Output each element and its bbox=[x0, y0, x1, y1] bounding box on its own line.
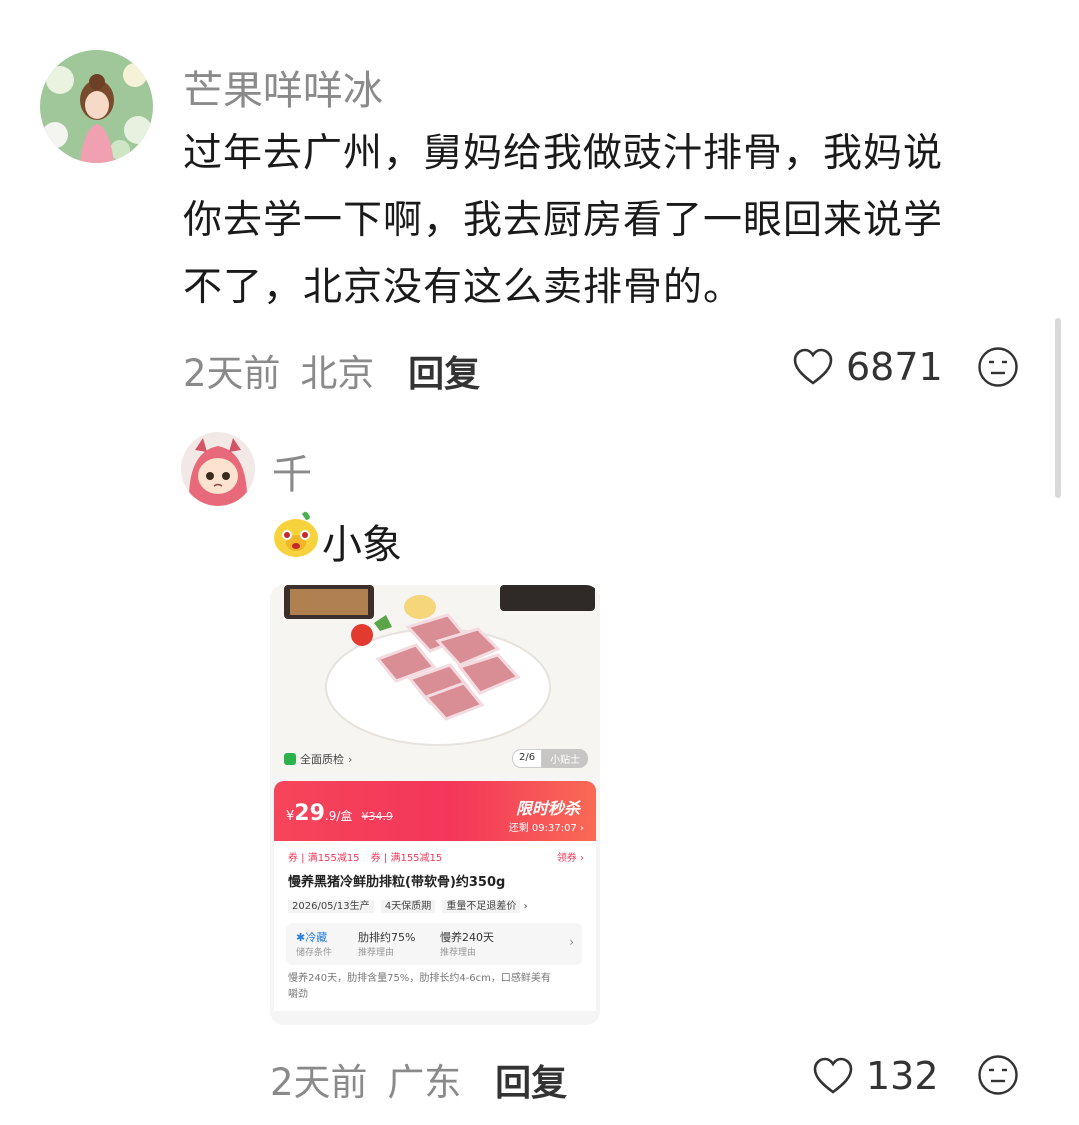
reply-username[interactable]: 千 bbox=[272, 442, 312, 500]
get-coupon-link[interactable]: 领券 › bbox=[557, 849, 584, 864]
attr-rib-ratio: 肋排约75% 推荐理由 bbox=[358, 931, 416, 958]
avatar-mango[interactable] bbox=[40, 50, 153, 163]
product-description: 慢养240天，肋排含量75%，肋排长约4-6cm，口感鲜美有 嚼劲 bbox=[288, 973, 551, 1000]
comment-like-button[interactable]: 6871 bbox=[792, 345, 943, 389]
scrollbar[interactable] bbox=[1055, 318, 1061, 498]
avatar-qian[interactable] bbox=[181, 432, 255, 506]
little-elephant-sticker bbox=[272, 510, 320, 558]
gallery-pager[interactable]: 2/6 小贴士 bbox=[512, 749, 589, 768]
comment-like-count: 6871 bbox=[846, 345, 943, 389]
comment-text: 过年去广州，舅妈给我做豉汁排骨，我妈说 你去学一下啊，我去厨房看了一眼回来说学 … bbox=[183, 120, 1043, 321]
product-info: 券 | 满155减15 券 | 满155减15 领券 › 慢养黑猪冷鲜肋排粒(带… bbox=[274, 841, 596, 1011]
shield-icon bbox=[284, 753, 296, 765]
reply-text: 小象 bbox=[322, 522, 402, 568]
comment-line-3: 不了，北京没有这么卖排骨的。 bbox=[183, 265, 744, 310]
attr-storage: ✱冷藏 储存条件 bbox=[296, 931, 333, 958]
comment-time: 2天前 bbox=[183, 352, 281, 395]
product-photo: 全面质检 › 2/6 小贴士 bbox=[270, 585, 600, 775]
reply-like-button[interactable]: 132 bbox=[812, 1054, 939, 1098]
comment-reply-button[interactable]: 回复 bbox=[408, 354, 480, 395]
attribute-box[interactable]: ✱冷藏 储存条件 肋排约75% 推荐理由 慢养240天 推荐理由 › bbox=[286, 923, 582, 965]
flash-sale-bar: ¥29.9/盒 ¥34.9 限时秒杀 还剩 09:37:07 › bbox=[274, 781, 596, 841]
product-image-card[interactable]: 全面质检 › 2/6 小贴士 ¥29.9/盒 ¥34.9 限时秒杀 还剩 09:… bbox=[270, 585, 600, 1025]
comment-username[interactable]: 芒果咩咩冰 bbox=[183, 58, 383, 116]
attr-raised-days: 慢养240天 推荐理由 bbox=[440, 931, 494, 958]
comment-line-2: 你去学一下啊，我去厨房看了一眼回来说学 bbox=[183, 198, 944, 243]
reply-time: 2天前 bbox=[270, 1061, 368, 1104]
original-price: ¥34.9 bbox=[361, 810, 394, 823]
quality-check-badge[interactable]: 全面质检 › bbox=[284, 751, 352, 767]
reply-location: 广东 bbox=[387, 1061, 462, 1104]
flash-sale-title: 限时秒杀 bbox=[515, 799, 580, 818]
snowflake-icon: ✱ bbox=[296, 931, 306, 944]
product-tags: 2026/05/13生产 4天保质期 重量不足退差价 › bbox=[288, 897, 528, 913]
chevron-right-icon: › bbox=[348, 752, 353, 766]
neutral-face-icon[interactable] bbox=[977, 346, 1019, 388]
countdown: 还剩 09:37:07 › bbox=[508, 823, 584, 834]
comment-line-1: 过年去广州，舅妈给我做豉汁排骨，我妈说 bbox=[183, 131, 944, 176]
neutral-face-icon[interactable] bbox=[977, 1054, 1019, 1096]
reply-like-count: 132 bbox=[866, 1054, 939, 1098]
heart-outline-icon bbox=[792, 347, 834, 387]
heart-outline-icon bbox=[812, 1056, 854, 1096]
product-title: 慢养黑猪冷鲜肋排粒(带软骨)约350g bbox=[288, 875, 506, 890]
reply-meta: 2天前 广东 回复 bbox=[270, 1052, 567, 1106]
chevron-right-icon: › bbox=[569, 935, 574, 949]
price: ¥29.9/盒 ¥34.9 bbox=[286, 801, 393, 826]
coupon-row[interactable]: 券 | 满155减15 券 | 满155减15 bbox=[288, 849, 442, 864]
chevron-right-icon: › bbox=[576, 823, 584, 834]
comment-location: 北京 bbox=[300, 352, 375, 395]
reply-reply-button[interactable]: 回复 bbox=[495, 1063, 567, 1104]
comment-meta: 2天前 北京 回复 bbox=[183, 343, 480, 397]
